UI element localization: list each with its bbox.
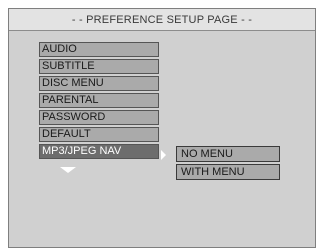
submenu-option-no-menu[interactable]: NO MENU (176, 146, 280, 162)
preference-menu: AUDIO SUBTITLE DISC MENU PARENTAL PASSWO… (39, 42, 159, 161)
menu-item-parental[interactable]: PARENTAL (39, 93, 159, 108)
menu-item-disc-menu[interactable]: DISC MENU (39, 76, 159, 91)
setup-screen: - - PREFERENCE SETUP PAGE - - AUDIO SUBT… (8, 8, 316, 248)
down-arrow-icon (60, 167, 76, 173)
menu-item-audio[interactable]: AUDIO (39, 42, 159, 57)
menu-item-mp3-jpeg-nav[interactable]: MP3/JPEG NAV (39, 144, 159, 159)
menu-item-subtitle[interactable]: SUBTITLE (39, 59, 159, 74)
menu-item-default[interactable]: DEFAULT (39, 127, 159, 142)
submenu-option-with-menu[interactable]: WITH MENU (176, 164, 280, 180)
menu-item-password[interactable]: PASSWORD (39, 110, 159, 125)
right-arrow-icon (161, 150, 166, 160)
page-title: - - PREFERENCE SETUP PAGE - - (9, 9, 315, 31)
mp3-jpeg-nav-submenu: NO MENU WITH MENU (176, 146, 280, 182)
